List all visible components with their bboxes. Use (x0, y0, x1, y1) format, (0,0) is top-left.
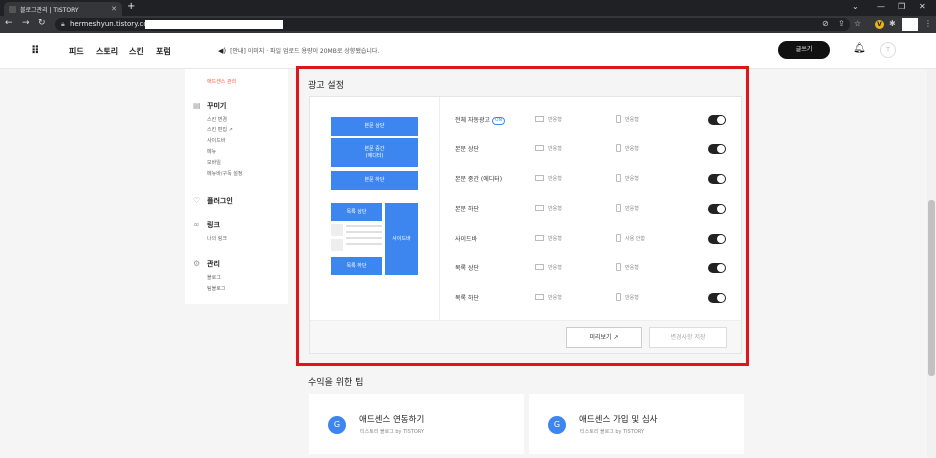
admin-sidebar: 애드센스 관리 ▤ 꾸미기 스킨 변경 스킨 편집 ↗ 사이드바 메뉴 모바일 … (185, 69, 288, 304)
nav-skin[interactable]: 스킨 (129, 46, 144, 57)
nav-story[interactable]: 스토리 (96, 46, 118, 57)
close-window-icon[interactable]: ✕ (919, 2, 926, 11)
tab-title: 블로그관리 | TISTORY (20, 6, 79, 14)
sidebar-item-menubar[interactable]: 메뉴바/구독 설정 (207, 170, 242, 177)
tip-card-adsense-link[interactable]: G 애드센스 연동하기 티스토리 블로그 by TISTORY (309, 394, 524, 454)
tab-close-icon[interactable]: ✕ (111, 5, 117, 13)
sidebar-item-sidebar[interactable]: 사이드바 (207, 137, 225, 144)
back-icon[interactable]: ← (5, 18, 13, 28)
sidebar-section-link[interactable]: 링크 (207, 220, 220, 230)
bell-icon[interactable]: 🔔︎ (853, 43, 866, 54)
tab-favicon-icon (9, 5, 16, 13)
tips-title: 수익을 위한 팁 (308, 378, 364, 388)
browser-tab[interactable]: 블로그관리 | TISTORY ✕ (4, 2, 122, 16)
browser-tab-bar: 블로그관리 | TISTORY ✕ + ⌄ — ❐ ✕ (0, 0, 936, 16)
profile-mask[interactable] (902, 18, 918, 31)
plugin-icon: ♡ (193, 196, 201, 205)
forward-icon[interactable]: → (22, 18, 30, 28)
tip-card-title: 애드센스 연동하기 (359, 415, 425, 425)
url-text: hermeshyun.tistory.com (70, 20, 155, 28)
hide-icon[interactable]: ⊘ (822, 19, 829, 28)
sidebar-section-manage[interactable]: 관리 (207, 259, 220, 269)
sidebar-section-decorate[interactable]: 꾸미기 (207, 101, 226, 111)
share-icon[interactable]: ⇪ (838, 19, 845, 28)
browser-menu-icon[interactable]: ⋮ (924, 19, 932, 28)
settings-icon: ⚙ (193, 259, 201, 268)
sidebar-item-skin-edit[interactable]: 스킨 편집 ↗ (207, 126, 233, 133)
sidebar-item-menu[interactable]: 메뉴 (207, 148, 216, 155)
bookmark-star-icon[interactable]: ☆ (854, 19, 861, 28)
scrollbar-thumb[interactable] (928, 200, 935, 376)
site-header: ⠿ 피드 스토리 스킨 포럼 ◀︎) [안내] 이미지 · 파일 업로드 용량이 … (0, 33, 936, 69)
sidebar-section-plugin[interactable]: 플러그인 (207, 196, 233, 206)
highlight-box (296, 66, 749, 366)
nav-forum[interactable]: 포럼 (156, 46, 171, 57)
write-button[interactable]: 글쓰기 (778, 41, 830, 59)
google-icon: G (328, 416, 346, 434)
redacted-url-mask (145, 20, 283, 29)
sidebar-item-mobile[interactable]: 모바일 (207, 159, 221, 166)
browser-toolbar: ← → ↻ 🔒︎ hermeshyun.tistory.com ⊘ ⇪ ☆ ✱ … (0, 16, 936, 33)
speaker-icon: ◀︎) (218, 47, 227, 55)
tistory-logo-icon[interactable]: ⠿ (31, 44, 40, 57)
extension-v-icon[interactable]: V (875, 20, 884, 29)
sidebar-item-my-link[interactable]: 나의 링크 (207, 235, 227, 242)
layout-icon: ▤ (193, 101, 201, 110)
tip-card-subtitle: 티스토리 블로그 by TISTORY (360, 429, 425, 435)
new-tab-icon[interactable]: + (127, 1, 135, 12)
notice-text: [안내] 이미지 · 파일 업로드 용량이 20MB로 상향됐습니다. (230, 48, 380, 55)
extensions-icon[interactable]: ✱ (889, 19, 896, 28)
sidebar-item-skin-change[interactable]: 스킨 변경 (207, 116, 227, 123)
tip-card-title: 애드센스 가입 및 심사 (579, 415, 658, 425)
tip-card-adsense-signup[interactable]: G 애드센스 가입 및 심사 티스토리 블로그 by TISTORY (529, 394, 744, 454)
link-icon: ∞ (193, 220, 200, 229)
tip-card-subtitle: 티스토리 블로그 by TISTORY (580, 429, 645, 435)
google-icon: G (548, 416, 566, 434)
maximize-icon[interactable]: ❐ (898, 2, 905, 11)
address-bar[interactable]: 🔒︎ hermeshyun.tistory.com (55, 18, 850, 31)
sidebar-item-blog[interactable]: 블로그 (207, 274, 221, 281)
sidebar-item-adsense[interactable]: 애드센스 관리 (207, 78, 236, 85)
reload-icon[interactable]: ↻ (38, 18, 46, 28)
sidebar-item-team-blog[interactable]: 팀블로그 (207, 285, 225, 292)
lock-icon[interactable]: 🔒︎ (61, 20, 65, 29)
notice-banner[interactable]: ◀︎) [안내] 이미지 · 파일 업로드 용량이 20MB로 상향됐습니다. (218, 46, 379, 55)
minimize-icon[interactable]: — (877, 2, 885, 11)
tab-search-icon[interactable]: ⌄ (852, 2, 859, 11)
nav-feed[interactable]: 피드 (69, 46, 84, 57)
avatar[interactable]: T (880, 42, 896, 58)
